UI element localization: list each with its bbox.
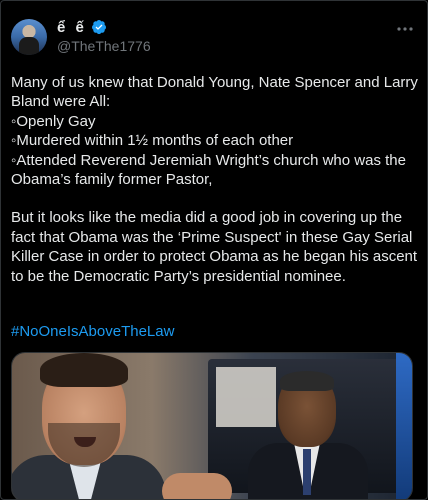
more-options-icon[interactable] <box>395 21 415 37</box>
tweet-line: Obama’s family former Pastor, <box>11 171 213 189</box>
thumbnail-figure-hair <box>280 371 334 391</box>
tweet-line: Killer Case in order to protect Obama as… <box>11 248 418 266</box>
tweet-card: ể ế @TheThe1776 Many of us knew that Don… <box>0 0 428 500</box>
tweet-line: ◦Openly Gay <box>11 112 96 130</box>
tweet-line: to be the Democratic Party’s presidentia… <box>11 267 346 285</box>
tweet-line: Bland were All: <box>11 93 111 111</box>
thumbnail-blue-strip <box>396 353 412 499</box>
avatar[interactable] <box>11 19 47 55</box>
tweet-line-spacer <box>11 189 415 208</box>
thumbnail-window <box>216 367 276 427</box>
tweet-header: ể ế @TheThe1776 <box>11 13 417 59</box>
verified-badge-icon <box>91 20 106 34</box>
hashtag-link[interactable]: #NoOneIsAboveTheLaw <box>11 323 174 340</box>
avatar-figure <box>19 37 39 55</box>
author-name-row: ể ế <box>57 17 107 37</box>
thumbnail-screen <box>208 359 404 499</box>
thumbnail-host-hand <box>162 473 232 499</box>
tweet-line: ◦Murdered within 1½ months of each other <box>11 132 294 150</box>
tweet-text: Many of us knew that Donald Young, Nate … <box>11 73 418 286</box>
thumbnail-host-hair <box>40 353 128 387</box>
tweet-line: ◦Attended Reverend Jeremiah Wright’s chu… <box>11 151 406 169</box>
tweet-line: Many of us knew that Donald Young, Nate … <box>11 74 418 91</box>
tweet-line: fact that Obama was the ‘Prime Suspect' … <box>11 228 413 246</box>
author-handle[interactable]: @TheThe1776 <box>57 38 151 54</box>
display-name[interactable]: ể ế <box>57 19 87 36</box>
video-thumbnail[interactable] <box>11 352 413 499</box>
tweet-line: But it looks like the media did a good j… <box>11 209 403 227</box>
thumbnail-figure-tie <box>303 449 311 495</box>
